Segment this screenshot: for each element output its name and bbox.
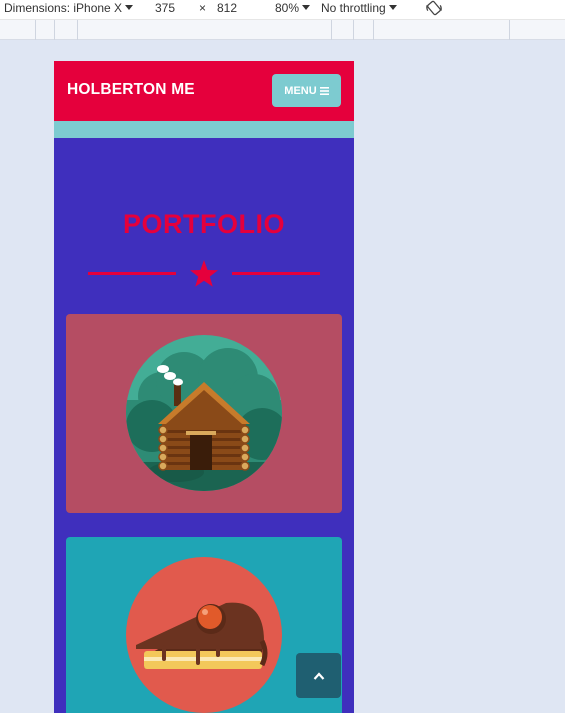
device-viewport: HOLBERTON ME MENU PORTFOLIO	[54, 61, 354, 713]
throttling-dropdown[interactable]: No throttling	[321, 1, 397, 15]
zoom-label: 80%	[275, 1, 300, 15]
chevron-down-icon	[125, 5, 134, 10]
cabin-icon	[126, 335, 282, 491]
height-input[interactable]: 812	[217, 1, 237, 15]
width-input[interactable]: 375	[155, 1, 175, 15]
menu-button-label: MENU	[284, 84, 317, 97]
chevron-up-icon	[313, 671, 324, 680]
chevron-down-icon	[388, 5, 397, 10]
title-divider	[88, 260, 320, 287]
media-query-ruler[interactable]	[0, 20, 565, 40]
throttling-label: No throttling	[321, 1, 386, 15]
dimensions-label: Dimensions: iPhone X	[4, 1, 123, 15]
chevron-down-icon	[302, 5, 311, 10]
star-icon	[190, 260, 218, 287]
header-accent-strip	[54, 121, 354, 138]
zoom-dropdown[interactable]: 80%	[275, 1, 311, 15]
times-icon: ×	[199, 1, 207, 15]
section-title: PORTFOLIO	[123, 209, 285, 239]
site-header: HOLBERTON ME MENU	[54, 61, 354, 121]
rotate-icon[interactable]	[426, 0, 442, 16]
menu-button[interactable]: MENU	[272, 74, 341, 107]
hamburger-icon	[319, 86, 329, 95]
scroll-to-top-button[interactable]	[296, 653, 341, 698]
portfolio-item[interactable]	[66, 314, 342, 513]
dimensions-dropdown[interactable]: Dimensions: iPhone X	[4, 1, 134, 15]
site-brand[interactable]: HOLBERTON ME	[67, 81, 195, 99]
devtools-device-toolbar: Dimensions: iPhone X 375 × 812 80% No th…	[0, 0, 565, 20]
